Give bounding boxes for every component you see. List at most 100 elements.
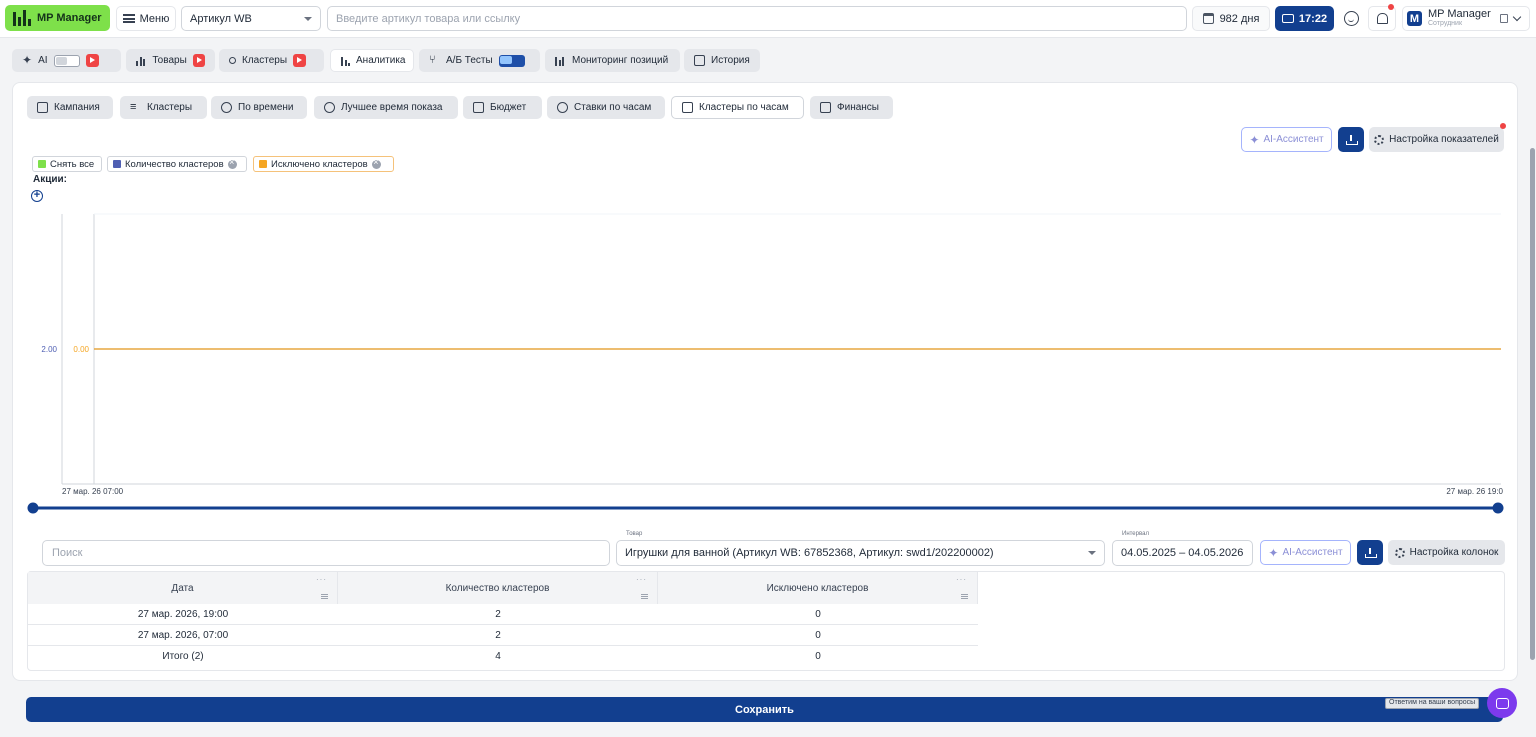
key-icon xyxy=(229,57,236,64)
article-type-select[interactable]: Артикул WB xyxy=(181,6,321,31)
bar-chart-icon xyxy=(341,55,350,66)
subscription-days-badge[interactable]: 982 дня xyxy=(1192,6,1270,31)
logo-icon xyxy=(13,10,31,26)
range-slider-handle-start[interactable] xyxy=(27,502,39,514)
column-settings-button[interactable]: Настройка колонок xyxy=(1388,540,1505,565)
cell-date: 27 мар. 2026, 07:00 xyxy=(137,629,229,641)
user-name: MP Manager xyxy=(1428,8,1491,20)
video-time-button[interactable]: 17:22 xyxy=(1275,6,1334,31)
avatar: M xyxy=(1407,11,1422,26)
chevron-down-icon xyxy=(1088,551,1096,555)
settings-label: Настройка колонок xyxy=(1409,547,1499,558)
column-header-date[interactable]: Дата ··· xyxy=(28,572,338,604)
user-role: Сотрудник xyxy=(1428,20,1463,27)
interval-value: 04.05.2025 – 04.05.2026 xyxy=(1121,547,1244,559)
split-icon: ⑂ xyxy=(429,54,436,66)
tab-products[interactable]: Товары xyxy=(126,49,215,72)
column-filter-icon[interactable] xyxy=(321,594,328,599)
help-tooltip: Ответим на ваши вопросы xyxy=(1385,698,1480,709)
y-tick-label-right: 0.00 xyxy=(73,345,89,354)
menu-label: Меню xyxy=(139,12,170,25)
brand-logo[interactable]: MP Manager xyxy=(5,5,110,31)
table-download-button[interactable] xyxy=(1357,540,1383,565)
days-label: 982 дня xyxy=(1219,12,1260,25)
gear-icon xyxy=(1394,547,1405,558)
ai-toggle[interactable] xyxy=(53,54,80,67)
cell-excluded-clusters: 0 xyxy=(815,608,821,620)
video-play-icon[interactable] xyxy=(192,54,205,67)
column-filter-icon[interactable] xyxy=(961,594,968,599)
chevron-down-icon xyxy=(1512,12,1522,22)
product-value: Игрушки для ванной (Артикул WB: 67852368… xyxy=(625,547,994,559)
calendar-icon xyxy=(1202,13,1214,24)
cell-clusters-count: 2 xyxy=(495,608,501,620)
tab-history[interactable]: История xyxy=(684,49,760,72)
tab-ai[interactable]: ✦ AI xyxy=(12,49,121,72)
tab-position-monitoring[interactable]: Мониторинг позиций xyxy=(545,49,680,72)
copy-icon[interactable] xyxy=(1499,14,1508,23)
range-slider-handle-end[interactable] xyxy=(1492,502,1504,514)
x-tick-label: 27 мар. 26 07:00 xyxy=(62,487,124,496)
product-select[interactable]: Игрушки для ванной (Артикул WB: 67852368… xyxy=(616,540,1105,566)
download-icon xyxy=(1365,547,1377,558)
tab-label: AI xyxy=(38,55,48,66)
column-header-clusters-count[interactable]: Количество кластеров ··· xyxy=(338,572,658,604)
tab-label: Кластеры xyxy=(242,55,287,66)
page-scrollbar[interactable] xyxy=(1530,148,1535,660)
column-title: Дата xyxy=(171,582,194,594)
save-button[interactable]: Сохранить xyxy=(26,697,1503,722)
tab-label: Аналитика xyxy=(356,55,406,66)
column-filter-icon[interactable] xyxy=(641,594,648,599)
column-menu-icon[interactable]: ··· xyxy=(636,575,647,584)
tab-clusters[interactable]: Кластеры xyxy=(219,49,324,72)
video-play-icon[interactable] xyxy=(85,54,99,67)
x-tick-label: 27 мар. 26 19:0 xyxy=(1446,487,1503,496)
cell-total-excluded: 0 xyxy=(815,650,821,662)
notification-dot xyxy=(1388,4,1394,10)
interval-field[interactable]: 04.05.2025 – 04.05.2026 xyxy=(1112,540,1253,566)
tab-label: Товары xyxy=(152,55,187,66)
video-play-icon[interactable] xyxy=(293,54,306,67)
column-title: Исключено кластеров xyxy=(766,582,869,594)
tab-label: История xyxy=(711,55,750,66)
notifications-button[interactable] xyxy=(1368,4,1396,31)
column-menu-icon[interactable]: ··· xyxy=(956,575,967,584)
table-row[interactable]: 27 мар. 2026, 07:00 2 0 xyxy=(28,625,978,646)
column-menu-icon[interactable]: ··· xyxy=(316,575,327,584)
cell-total-label: Итого (2) xyxy=(162,650,204,662)
support-chat-button[interactable] xyxy=(1487,688,1517,718)
chart-ticks: 2.00 0.00 27 мар. 26 07:00 27 мар. 26 19:0 xyxy=(41,345,1503,496)
ai-label: AI-Ассистент xyxy=(1282,547,1343,558)
tab-analytics[interactable]: Аналитика xyxy=(330,49,414,72)
top-bar: MP Manager Меню Артикул WB 982 дня 17:22… xyxy=(0,0,1536,38)
user-info: MP Manager Сотрудник xyxy=(1428,9,1491,28)
column-title: Количество кластеров xyxy=(445,582,550,594)
cell-excluded-clusters: 0 xyxy=(815,629,821,641)
bell-icon xyxy=(1377,13,1388,24)
article-type-value: Артикул WB xyxy=(190,12,252,25)
article-search-input[interactable] xyxy=(327,6,1187,31)
equalizer-icon xyxy=(555,55,566,66)
table-ai-assistant-button[interactable]: ✦ AI-Ассистент xyxy=(1260,540,1351,565)
hamburger-icon xyxy=(122,14,135,23)
history-icon xyxy=(694,55,705,66)
tab-ab-tests[interactable]: ⑂ А/Б Тесты xyxy=(419,49,540,72)
cell-total-clusters: 4 xyxy=(495,650,501,662)
product-field-label: Товар xyxy=(624,531,645,537)
line-chart: 2.00 0.00 27 мар. 26 07:00 27 мар. 26 19:0 xyxy=(27,213,1504,514)
tab-label: Мониторинг позиций xyxy=(572,55,669,66)
table-search-input[interactable] xyxy=(42,540,610,566)
interval-field-label: Интервал xyxy=(1120,531,1151,537)
analytics-card: Кампания ≡ Кластеры По времени Лучшее вр… xyxy=(12,82,1518,681)
smile-icon[interactable] xyxy=(1344,11,1359,26)
cell-date: 27 мар. 2026, 19:00 xyxy=(137,608,229,620)
user-menu[interactable]: M MP Manager Сотрудник xyxy=(1402,6,1530,31)
menu-button[interactable]: Меню xyxy=(116,6,176,31)
ab-tests-toggle[interactable] xyxy=(498,54,525,67)
y-tick-label-left: 2.00 xyxy=(41,345,57,354)
column-header-excluded-clusters[interactable]: Исключено кластеров ··· xyxy=(658,572,978,604)
range-slider[interactable] xyxy=(27,502,1504,514)
video-icon xyxy=(1281,14,1294,23)
table-row[interactable]: 27 мар. 2026, 19:00 2 0 xyxy=(28,604,978,625)
table-total-row: Итого (2) 4 0 xyxy=(28,646,978,667)
